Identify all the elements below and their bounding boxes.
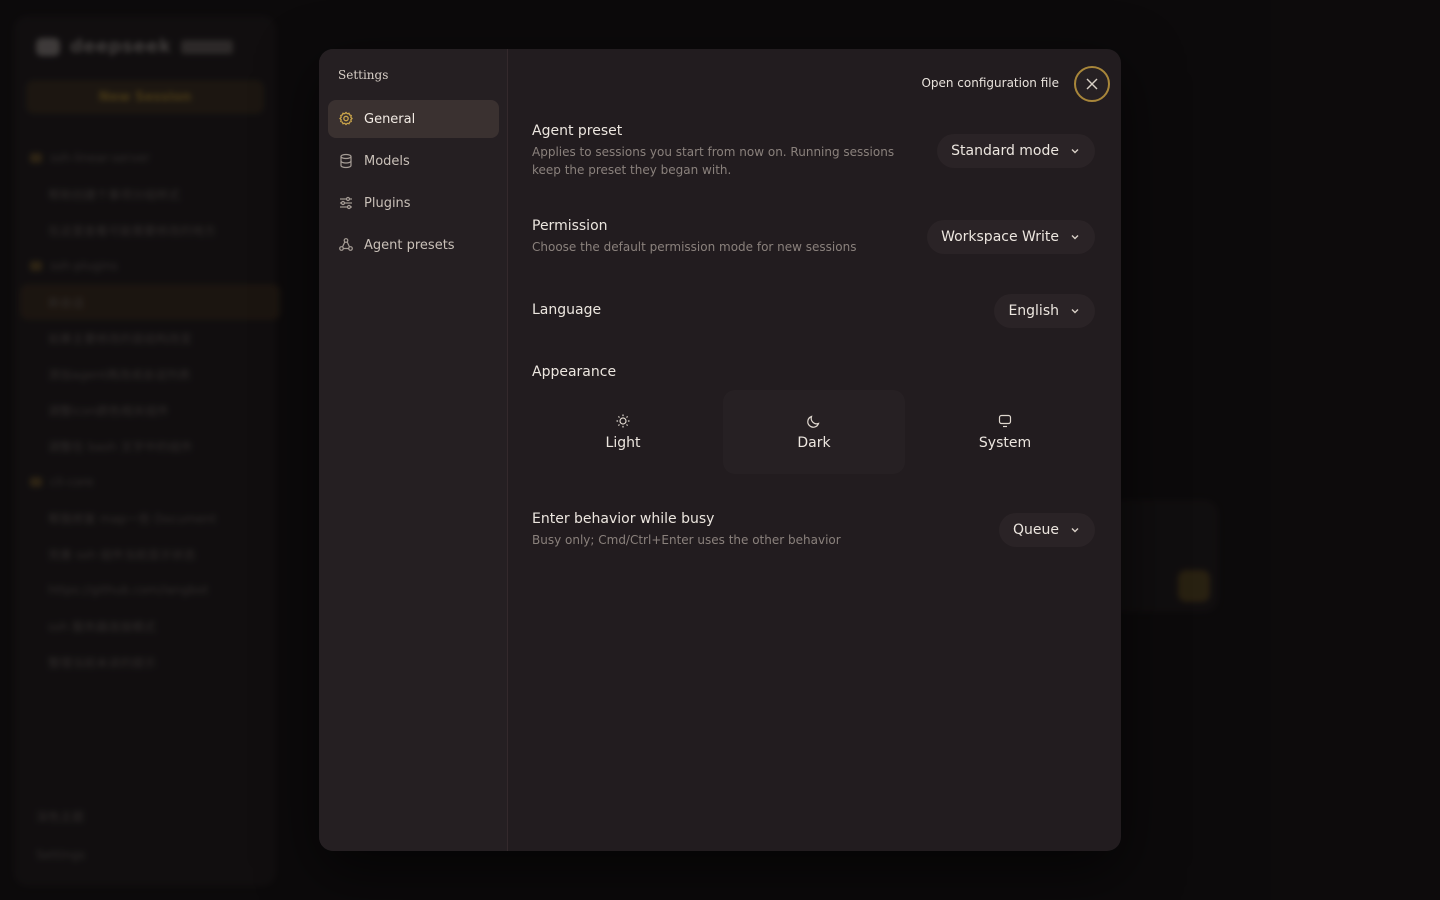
open-config-link[interactable]: Open configuration file xyxy=(921,76,1059,90)
theme-option-light[interactable]: Light xyxy=(532,390,714,474)
gear-icon xyxy=(339,111,353,126)
close-button[interactable] xyxy=(1074,66,1110,102)
chevron-down-icon xyxy=(1071,309,1079,314)
theme-option-dark[interactable]: Dark xyxy=(723,390,905,474)
chevron-down-icon xyxy=(1071,235,1079,240)
settings-nav: Settings General Models Plugins Agent pr… xyxy=(319,49,508,851)
appearance-options: Light Dark System xyxy=(532,390,1104,474)
enter-behavior-dropdown[interactable]: Queue xyxy=(999,513,1095,547)
settings-title: Settings xyxy=(338,68,389,82)
enter-behavior-value: Queue xyxy=(1013,522,1059,538)
nav-item-general[interactable]: General xyxy=(328,100,499,138)
nav-label-general: General xyxy=(364,111,416,127)
language-value: English xyxy=(1008,303,1059,319)
permission-value: Workspace Write xyxy=(941,229,1059,245)
setting-permission: Permission Choose the default permission… xyxy=(532,218,1095,256)
agents-icon xyxy=(339,238,353,251)
settings-content: Open configuration file Agent preset App… xyxy=(508,49,1121,851)
agent-preset-value: Standard mode xyxy=(951,143,1059,159)
permission-dropdown[interactable]: Workspace Write xyxy=(927,220,1095,254)
close-icon xyxy=(1086,78,1098,90)
moon-icon xyxy=(807,415,820,428)
setting-enter-behavior: Enter behavior while busy Busy only; Cmd… xyxy=(532,511,1095,549)
nav-item-models[interactable]: Models xyxy=(328,142,499,180)
language-dropdown[interactable]: English xyxy=(994,294,1095,328)
setting-agent-preset: Agent preset Applies to sessions you sta… xyxy=(532,123,1095,179)
agent-preset-dropdown[interactable]: Standard mode xyxy=(937,134,1095,168)
setting-appearance: Appearance xyxy=(532,364,1095,380)
monitor-icon xyxy=(998,414,1012,428)
nav-item-plugins[interactable]: Plugins xyxy=(328,184,499,222)
database-icon xyxy=(340,153,352,169)
theme-label-light: Light xyxy=(605,435,641,451)
settings-modal: Settings General Models Plugins Agent pr… xyxy=(319,49,1121,851)
theme-option-system[interactable]: System xyxy=(914,390,1096,474)
chevron-down-icon xyxy=(1071,528,1079,533)
chevron-down-icon xyxy=(1071,149,1079,154)
nav-label-agent-presets: Agent presets xyxy=(364,237,455,253)
sun-icon xyxy=(616,414,630,428)
theme-label-dark: Dark xyxy=(797,435,831,451)
appearance-label: Appearance xyxy=(532,364,617,380)
theme-label-system: System xyxy=(978,435,1032,451)
nav-label-models: Models xyxy=(364,153,410,169)
nav-label-plugins: Plugins xyxy=(364,195,411,211)
setting-language: Language English xyxy=(532,294,1095,328)
sliders-icon xyxy=(340,196,352,210)
nav-item-agent-presets[interactable]: Agent presets xyxy=(328,226,499,264)
